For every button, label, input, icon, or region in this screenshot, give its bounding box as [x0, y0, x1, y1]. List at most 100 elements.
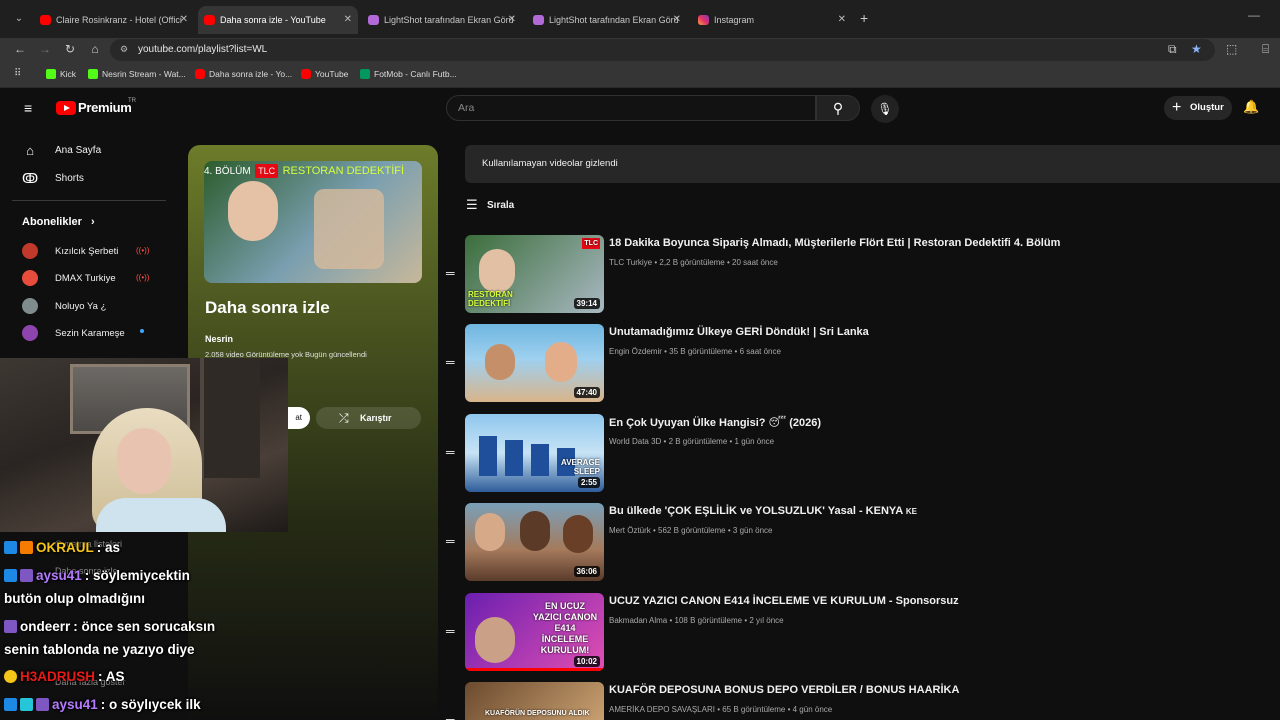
drag-handle-icon[interactable]: ═	[446, 625, 458, 637]
chevron-right-icon: ›	[90, 216, 95, 228]
close-tab-icon[interactable]: ✕	[180, 6, 188, 34]
bar-graphic	[531, 444, 549, 476]
menu-hamburger-icon[interactable]: ≡	[24, 101, 38, 115]
bookmark-item[interactable]: Nesrin Stream - Wat...	[88, 69, 186, 79]
bookmark-label: Kick	[60, 69, 77, 79]
new-content-dot-icon	[140, 329, 144, 333]
video-title[interactable]: 18 Dakika Boyunca Sipariş Almadı, Müşter…	[609, 237, 1060, 249]
view-count: 2 B görüntüleme	[668, 437, 728, 446]
site-info-icon[interactable]: ⚙	[120, 44, 132, 56]
video-thumbnail[interactable]: AVERAGE SLEEP 2:55	[465, 414, 604, 492]
video-title[interactable]: UCUZ YAZICI CANON E414 İNCELEME VE KURUL…	[609, 595, 959, 607]
notifications-bell-icon[interactable]: 🔔	[1243, 99, 1259, 115]
playlist-video-row[interactable]: ═ AVERAGE SLEEP 2:55 En Çok Uyuyan Ülke …	[446, 414, 1280, 494]
bookmark-item[interactable]: Daha sonra izle - Yo...	[195, 69, 292, 79]
install-app-icon[interactable]: ⧉	[1168, 42, 1177, 57]
drag-handle-icon[interactable]: ═	[446, 267, 458, 279]
channel-name[interactable]: Mert Öztürk	[609, 526, 651, 535]
video-thumbnail[interactable]: 36:06	[465, 503, 604, 581]
tlc-logo: TLC	[582, 238, 600, 249]
room-door-graphic	[200, 358, 260, 478]
browser-tab[interactable]: Instagram ✕	[692, 6, 852, 34]
bookmark-item[interactable]: YouTube	[301, 69, 348, 79]
upload-age: 2 yıl önce	[749, 616, 784, 625]
new-tab-icon[interactable]: +	[860, 10, 868, 26]
person-graphic	[563, 515, 593, 553]
chat-badge-icon	[4, 670, 17, 683]
avatar	[22, 298, 38, 314]
voice-search-mic-icon[interactable]: 🎙	[871, 95, 899, 123]
bookmark-item[interactable]: Kick	[46, 69, 76, 79]
back-icon[interactable]: ←	[12, 41, 28, 57]
playlist-thumbnail[interactable]: 4. BÖLÜM TLC RESTORAN DEDEKTİFİ	[204, 161, 422, 283]
sort-button[interactable]: ☰ Sırala	[466, 197, 515, 212]
bookmark-label: YouTube	[315, 69, 349, 79]
kick-icon	[88, 69, 98, 79]
address-bar[interactable]: ⚙ youtube.com/playlist?list=WL	[110, 39, 1215, 61]
playlist-video-row[interactable]: ═ TLC RESTORAN DEDEKTİFİ 39:14 18 Dakika…	[446, 235, 1280, 315]
bookmarks-bar: ⠿ Kick Nesrin Stream - Wat... Daha sonra…	[0, 62, 1280, 88]
video-title[interactable]: Bu ülkede 'ÇOK EŞLİLİK ve YOLSUZLUK' Yas…	[609, 505, 917, 517]
shorts-icon: ↂ	[22, 171, 39, 186]
browser-tab[interactable]: LightShot tarafından Ekran Görü ✕	[362, 6, 522, 34]
channel-name[interactable]: Bakmadan Alma	[609, 616, 667, 625]
playlist-owner[interactable]: Nesrin	[205, 334, 233, 344]
playlist-video-row[interactable]: ═ EN UCUZ YAZICI CANON E414 İNCELEME KUR…	[446, 593, 1280, 673]
playlist-video-row[interactable]: ═ KUAFÖRÜN DEPOSUNU ALDIK KUAFÖR DEPOSUN…	[446, 682, 1280, 720]
extensions-icon[interactable]: ⬚	[1226, 42, 1237, 56]
sort-label: Sırala	[487, 200, 515, 211]
browser-tab[interactable]: Claire Rosinkranz - Hotel (Offici ✕	[34, 6, 194, 34]
profile-icon[interactable]: ⌸	[1262, 42, 1269, 57]
video-thumbnail[interactable]: KUAFÖRÜN DEPOSUNU ALDIK	[465, 682, 604, 720]
browser-tab-active[interactable]: Daha sonra izle - YouTube ✕	[198, 6, 358, 34]
drag-handle-icon[interactable]: ═	[446, 714, 458, 720]
home-icon[interactable]: ⌂	[87, 41, 103, 57]
playlist-video-row[interactable]: ═ 36:06 Bu ülkede 'ÇOK EŞLİLİK ve YOLSUZ…	[446, 503, 1280, 583]
minimize-window-icon[interactable]: —	[1248, 8, 1260, 22]
drag-handle-icon[interactable]: ═	[446, 535, 458, 547]
create-button[interactable]: + Oluştur	[1164, 96, 1232, 120]
search-input[interactable]: Ara	[446, 95, 816, 121]
drag-handle-icon[interactable]: ═	[446, 446, 458, 458]
reload-icon[interactable]: ↻	[62, 41, 78, 57]
tab-search-icon[interactable]: ⌄	[10, 11, 28, 27]
chat-text: senin tablonda ne yazıyo diye	[4, 642, 195, 657]
url-text[interactable]: youtube.com/playlist?list=WL	[138, 44, 267, 55]
thumbnail-caption: RESTORAN DEDEKTİFİ	[468, 290, 513, 308]
search-button[interactable]: ⚲	[816, 95, 860, 121]
drag-handle-icon[interactable]: ═	[446, 356, 458, 368]
channel-name[interactable]: TLC Turkiye	[609, 258, 652, 267]
close-tab-icon[interactable]: ✕	[508, 6, 516, 34]
apps-grid-icon[interactable]: ⠿	[14, 69, 24, 79]
video-title[interactable]: Unutamadığımız Ülkeye GERİ Döndük! | Sri…	[609, 326, 869, 338]
video-thumbnail[interactable]: TLC RESTORAN DEDEKTİFİ 39:14	[465, 235, 604, 313]
close-tab-icon[interactable]: ✕	[673, 6, 681, 34]
chat-text: butön olup olmadığını	[4, 591, 145, 606]
sidebar-divider	[12, 200, 166, 201]
bookmark-item[interactable]: FotMob - Canlı Futb...	[360, 69, 457, 79]
scene-graphic	[314, 189, 384, 269]
playlist-video-row[interactable]: ═ 47:40 Unutamadığımız Ülkeye GERİ Döndü…	[446, 324, 1280, 404]
kick-icon	[46, 69, 56, 79]
chat-text: : o söylıycek ilk	[100, 697, 201, 712]
chat-message: aysu41: o söylıycek ilk	[4, 697, 201, 712]
channel-name[interactable]: Engin Özdemir	[609, 347, 662, 356]
close-tab-icon[interactable]: ✕	[344, 6, 352, 34]
video-title[interactable]: KUAFÖR DEPOSUNA BONUS DEPO VERDİLER / BO…	[609, 684, 959, 696]
video-meta: World Data 3D • 2 B görüntüleme • 1 gün …	[609, 437, 775, 446]
channel-name[interactable]: World Data 3D	[609, 437, 661, 446]
shuffle-button[interactable]: ⤮ Karıştır	[316, 407, 421, 429]
chat-text: : AS	[98, 669, 125, 684]
plus-icon: +	[1172, 99, 1182, 116]
forward-icon[interactable]: →	[37, 41, 53, 57]
channel-name[interactable]: AMERİKA DEPO SAVAŞLARI	[609, 705, 715, 714]
subscriptions-heading[interactable]: Abonelikler ›	[22, 216, 95, 228]
browser-tab[interactable]: LightShot tarafından Ekran Görü ✕	[527, 6, 687, 34]
chat-username: H3ADRUSH	[20, 669, 96, 684]
tab-label: Claire Rosinkranz - Hotel (Offici	[56, 15, 182, 25]
video-thumbnail[interactable]: 47:40	[465, 324, 604, 402]
video-thumbnail[interactable]: EN UCUZ YAZICI CANON E414 İNCELEME KURUL…	[465, 593, 604, 671]
close-tab-icon[interactable]: ✕	[838, 6, 846, 34]
video-title[interactable]: En Çok Uyuyan Ülke Hangisi? 😴 (2026)	[609, 416, 821, 429]
bookmark-star-icon[interactable]: ★	[1191, 42, 1202, 56]
